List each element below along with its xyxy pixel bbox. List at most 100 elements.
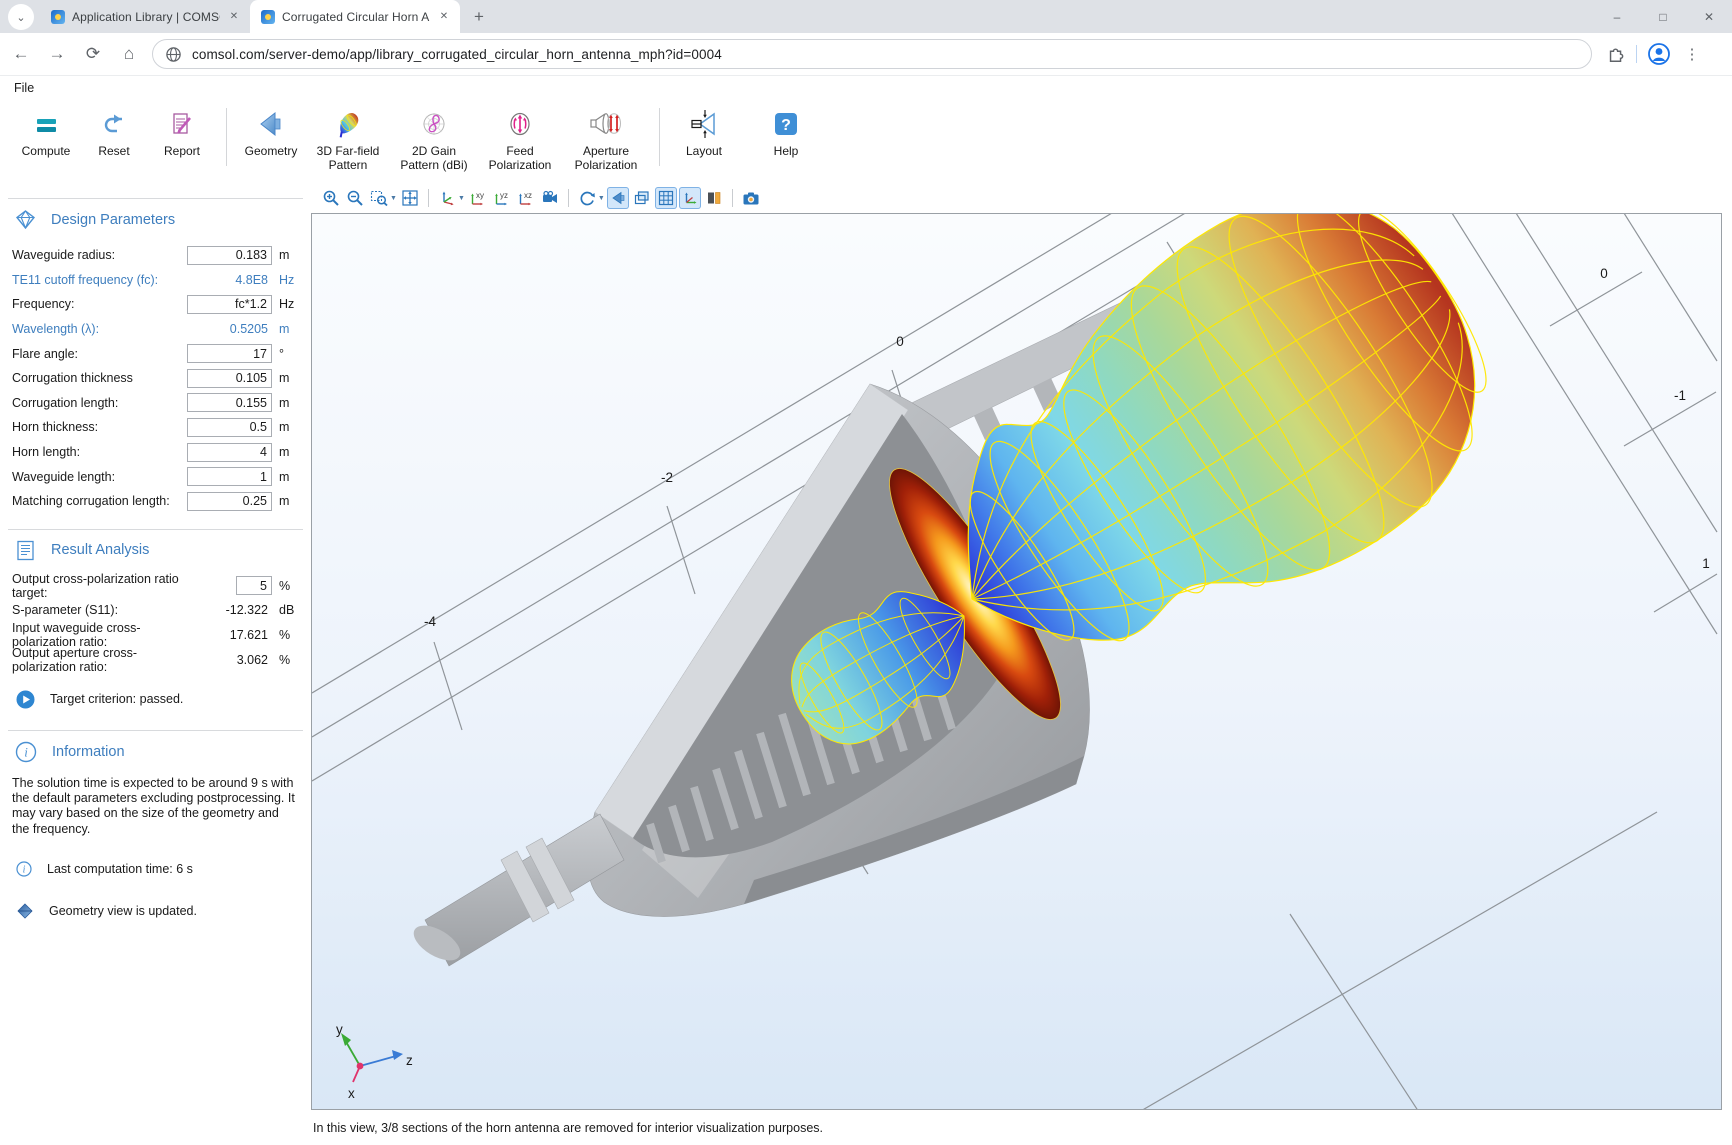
ribbon-separator (226, 108, 227, 166)
address-bar[interactable]: comsol.com/server-demo/app/library_corru… (152, 39, 1592, 69)
profile-avatar[interactable] (1647, 42, 1671, 66)
result-analysis-header: Result Analysis (14, 539, 311, 562)
svg-text:xy: xy (476, 191, 484, 200)
app-ribbon: Compute Reset Report Geometry 3D Far-fie… (0, 100, 1732, 183)
file-menu[interactable]: File (14, 81, 34, 95)
param-label: Wavelength (λ): (12, 322, 187, 336)
color-legend-toggle[interactable] (703, 187, 725, 209)
tab-application-library[interactable]: Application Library | COMSOL S ✕ (40, 0, 250, 33)
toolbar-separator (568, 189, 569, 207)
tab-corrugated-horn[interactable]: Corrugated Circular Horn Anten ✕ (250, 0, 460, 33)
view-yz-icon[interactable]: yz (491, 187, 513, 209)
axes-toggle[interactable] (679, 187, 701, 209)
reset-icon (100, 106, 128, 142)
result-label: Output cross-polarization ratio target: (12, 572, 187, 600)
browser-toolbar: ← → ⟳ ⌂ comsol.com/server-demo/app/libra… (0, 33, 1732, 76)
close-button[interactable]: ✕ (1686, 0, 1732, 33)
tab-strip: ⌄ Application Library | COMSOL S ✕ Corru… (0, 0, 1732, 33)
browser-menu-icon[interactable]: ⋮ (1677, 39, 1707, 69)
reload-button[interactable]: ⟳ (78, 39, 108, 69)
maximize-button[interactable]: □ (1640, 0, 1686, 33)
view-xy-icon[interactable]: xy (467, 187, 489, 209)
result-row: S-parameter (S11): -12.322 dB (0, 598, 311, 623)
layout-button[interactable]: Layout (670, 100, 738, 176)
section-divider (8, 730, 303, 731)
corrugation-length-input[interactable] (187, 393, 272, 412)
frequency-input[interactable] (187, 295, 272, 314)
tab-search-button[interactable]: ⌄ (8, 4, 34, 30)
view-xz-icon[interactable]: xz (515, 187, 537, 209)
feed-polarization-button[interactable]: Feed Polarization (477, 100, 563, 176)
help-button[interactable]: ? Help (752, 100, 820, 176)
view-orientation-icon[interactable] (436, 187, 458, 209)
zoom-out-icon[interactable] (344, 187, 366, 209)
result-row: Input waveguide cross-polarization ratio… (0, 623, 311, 648)
param-unit: m (279, 445, 301, 459)
ribbon-separator (659, 108, 660, 166)
reset-button[interactable]: Reset (80, 100, 148, 176)
snapshot-icon[interactable] (740, 187, 762, 209)
report-button[interactable]: Report (148, 100, 216, 176)
home-button[interactable]: ⌂ (114, 39, 144, 69)
dropdown-caret[interactable]: ▼ (390, 195, 397, 202)
information-header: i Information (14, 740, 311, 764)
minimize-button[interactable]: – (1594, 0, 1640, 33)
result-label: Output aperture cross-polarization ratio… (12, 646, 187, 674)
param-unit: Hz (279, 297, 301, 311)
dropdown-caret[interactable]: ▼ (458, 195, 465, 202)
extensions-icon[interactable] (1606, 44, 1626, 64)
waveguide-radius-input[interactable] (187, 246, 272, 265)
svg-text:i: i (23, 864, 26, 875)
gain-pattern-2d-button[interactable]: 2D Gain Pattern (dBi) (391, 100, 477, 176)
geometry-button[interactable]: Geometry (237, 100, 305, 176)
param-row: Frequency: Hz (0, 292, 311, 317)
help-icon: ? (772, 106, 800, 142)
zoom-extents-icon[interactable] (399, 187, 421, 209)
aperture-polarization-button[interactable]: Aperture Polarization (563, 100, 649, 176)
input-cross-pol-value: 17.621 (187, 628, 272, 642)
new-tab-button[interactable]: + (466, 4, 492, 30)
tab-title: Corrugated Circular Horn Anten (282, 10, 430, 24)
geometry-diamond-icon (16, 902, 34, 920)
grid-toggle[interactable] (655, 187, 677, 209)
site-info-icon[interactable] (165, 46, 182, 63)
tab-close-icon[interactable]: ✕ (436, 9, 452, 25)
param-row: Waveguide length: m (0, 464, 311, 489)
show-geometry-toggle[interactable] (607, 187, 629, 209)
aperture-polarization-icon (589, 106, 623, 142)
horn-thickness-input[interactable] (187, 418, 272, 437)
param-row: Waveguide radius: m (0, 243, 311, 268)
param-unit: m (279, 396, 301, 410)
compute-button[interactable]: Compute (12, 100, 80, 176)
triad-y-label: y (336, 1022, 343, 1037)
transparency-icon[interactable] (631, 187, 653, 209)
comsol-favicon (260, 9, 276, 25)
zoom-box-icon[interactable] (368, 187, 390, 209)
cross-pol-target-input[interactable] (236, 576, 272, 595)
dropdown-caret[interactable]: ▼ (598, 195, 605, 202)
3d-viewport[interactable]: 0 -2 -4 0 -1 1 (311, 213, 1722, 1110)
tab-close-icon[interactable]: ✕ (226, 9, 242, 25)
forward-button[interactable]: → (42, 39, 72, 69)
corrugation-thickness-input[interactable] (187, 369, 272, 388)
waveguide-length-input[interactable] (187, 467, 272, 486)
horn-length-input[interactable] (187, 443, 272, 462)
design-parameters-icon (14, 208, 37, 231)
tick-label: 0 (896, 334, 904, 349)
gain-pattern-2d-icon (419, 106, 449, 142)
far-field-3d-button[interactable]: 3D Far-field Pattern (305, 100, 391, 176)
param-label: Horn length: (12, 445, 187, 459)
matching-corrugation-length-input[interactable] (187, 492, 272, 511)
toolbar-separator (428, 189, 429, 207)
browser-window: ⌄ Application Library | COMSOL S ✕ Corru… (0, 0, 1732, 1145)
graphics-panel: ▼ ▼ xy yz xz ▼ (311, 183, 1732, 1145)
param-row: Wavelength (λ): 0.5205 m (0, 317, 311, 342)
param-unit: m (279, 494, 301, 508)
default-3d-view-icon[interactable] (539, 187, 561, 209)
zoom-in-icon[interactable] (320, 187, 342, 209)
rotate-icon[interactable] (576, 187, 598, 209)
result-unit: dB (279, 603, 301, 617)
flare-angle-input[interactable] (187, 344, 272, 363)
svg-text:yz: yz (500, 191, 508, 200)
back-button[interactable]: ← (6, 39, 36, 69)
